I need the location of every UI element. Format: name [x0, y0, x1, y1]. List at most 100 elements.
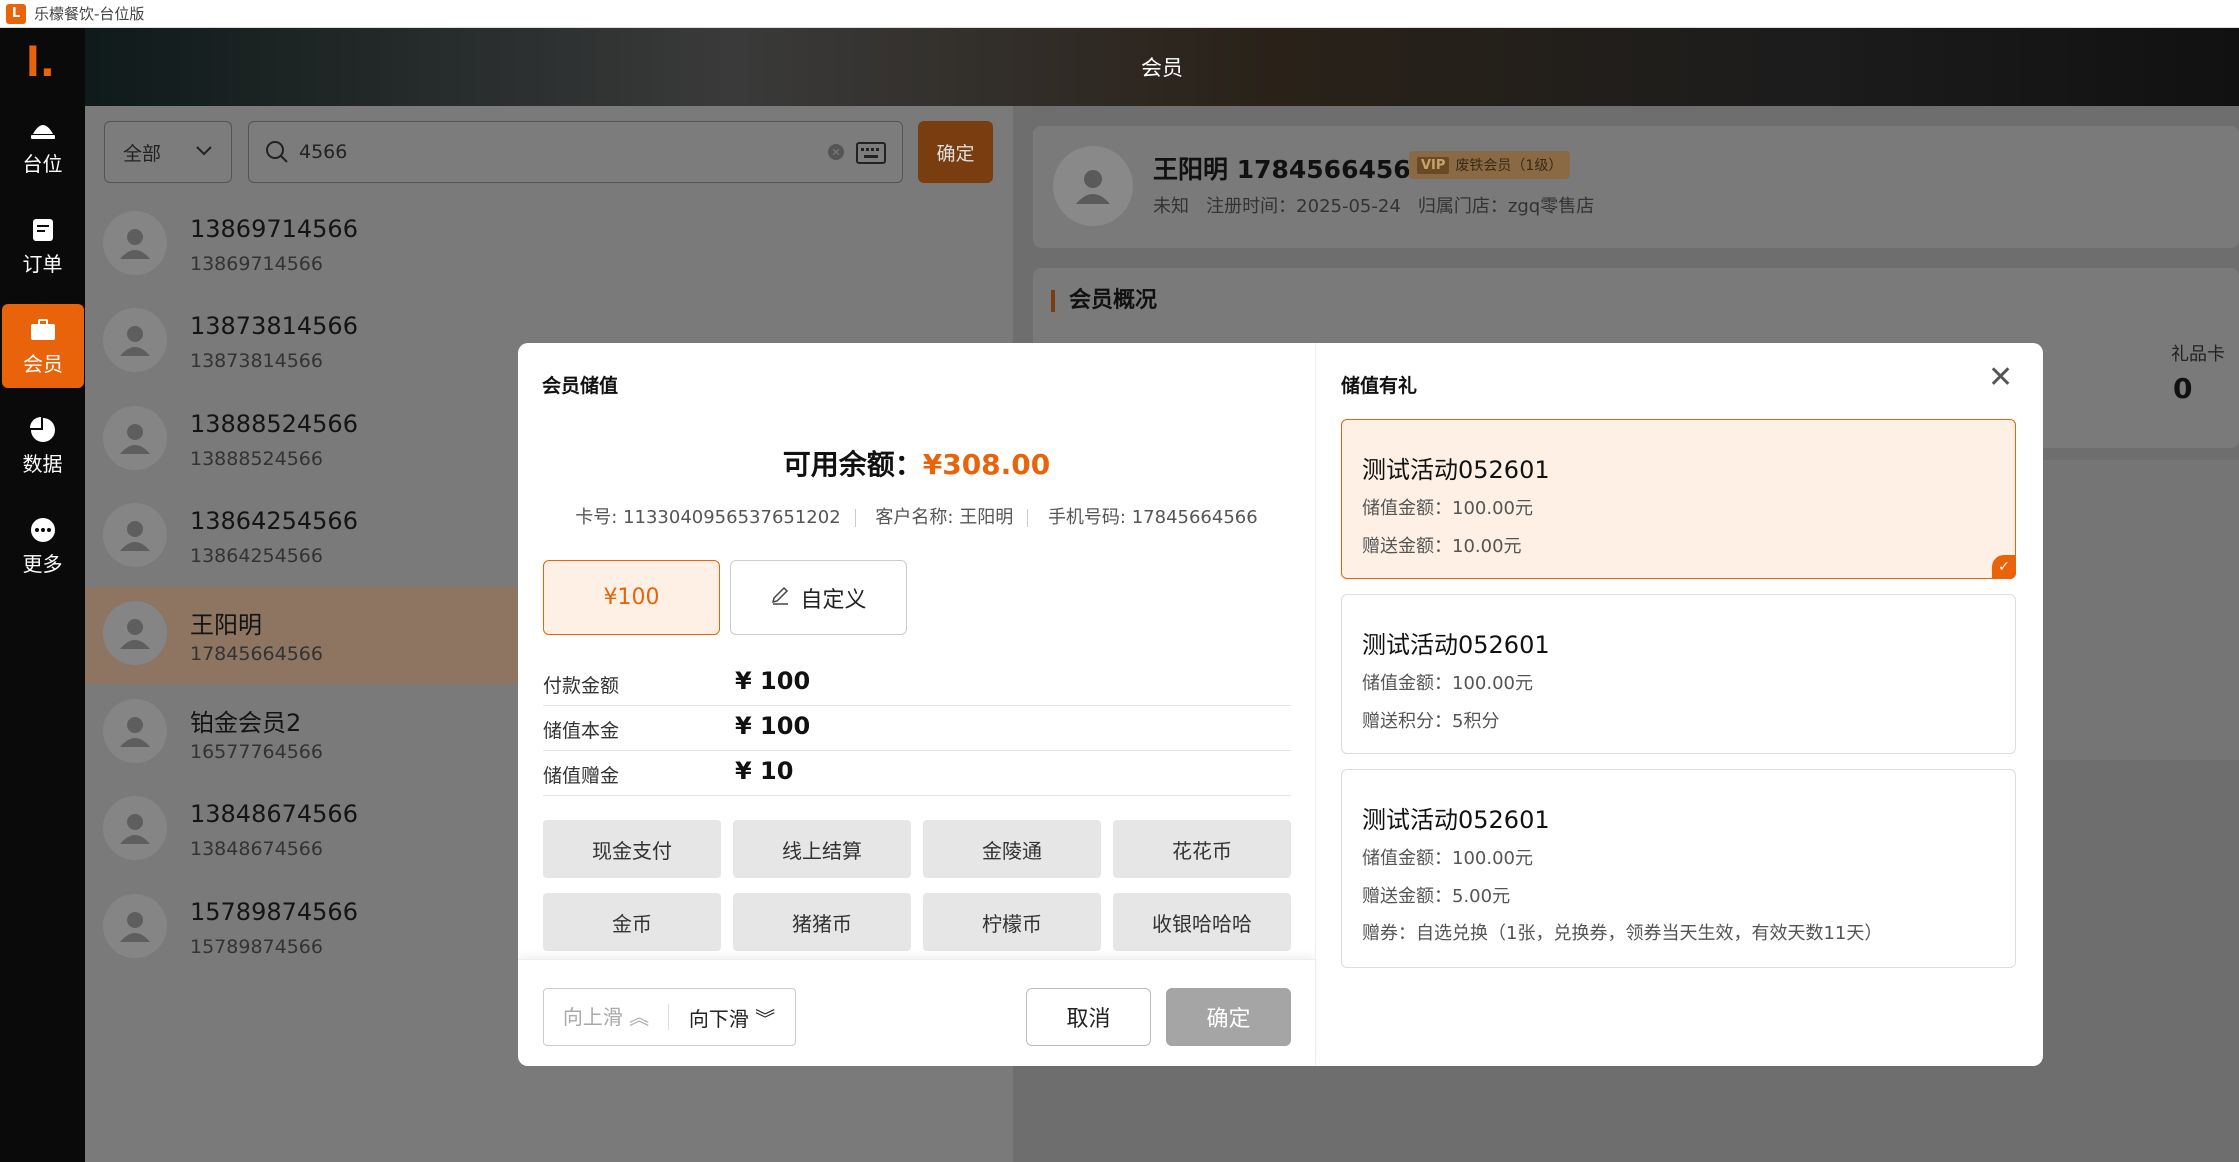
avatar: [103, 796, 167, 860]
member-name: 王阳明: [190, 611, 262, 639]
customer-name: 客户名称: 王阳明: [875, 507, 1014, 528]
mobile-number: 手机号码: 17845664566: [1047, 507, 1258, 528]
member-name: 13869714566: [190, 215, 358, 243]
avatar: [103, 308, 167, 372]
confirm-button[interactable]: 确定: [1166, 988, 1291, 1046]
activity-name: 测试活动052601: [1362, 631, 1550, 659]
search-input[interactable]: 4566 ✕: [248, 121, 903, 183]
payment-method-button[interactable]: 金陵通: [923, 820, 1101, 878]
member-name: 铂金会员2: [190, 709, 302, 737]
amount-row: 付款金额 ¥ 100: [543, 661, 1291, 706]
scroll-up-label: 向上滑: [562, 1005, 623, 1029]
nav-item-member[interactable]: 会员: [2, 304, 84, 388]
keyboard-icon[interactable]: [856, 142, 886, 169]
member-list-item[interactable]: 13869714566 13869714566: [85, 197, 525, 294]
vip-level-badge: VIP 废铁会员（1级）: [1409, 151, 1571, 179]
member-list-item[interactable]: 13848674566 13848674566: [85, 782, 525, 879]
scroll-up-button[interactable]: 向上滑 ︽: [544, 1004, 669, 1030]
more-icon: [29, 516, 57, 544]
filter-select[interactable]: 全部: [104, 121, 232, 183]
avatar: [103, 503, 167, 567]
row-label: 储值本金: [543, 720, 620, 742]
gift-card-value: 0: [2173, 372, 2193, 405]
avatar: [103, 601, 167, 665]
nav-label: 会员: [23, 351, 63, 376]
avatar: [103, 211, 167, 275]
activity-name: 测试活动052601: [1362, 806, 1550, 834]
activity-detail: 赠券：自选兑换（1张，兑换券，领券当天生效，有效天数11天）: [1362, 923, 1883, 944]
avatar: [103, 699, 167, 763]
row-value: ¥ 100: [735, 667, 811, 695]
row-value: ¥ 10: [735, 757, 794, 785]
nav-item-more[interactable]: 更多: [0, 504, 85, 588]
scroll-control: 向上滑 ︽ 向下滑 ︾: [543, 988, 796, 1046]
custom-label: 自定义: [800, 587, 867, 613]
gift-activity-card[interactable]: 测试活动052601 储值金额：100.00元 赠送金额：5.00元 赠券：自选…: [1341, 769, 2016, 968]
payment-method-button[interactable]: 现金支付: [543, 820, 721, 878]
member-phone: 17845664566: [190, 643, 323, 665]
double-chevron-up-icon: ︽: [629, 1005, 650, 1029]
activity-detail: 赠送金额：10.00元: [1362, 536, 1522, 557]
nav-label: 订单: [22, 251, 63, 276]
row-value: ¥ 100: [735, 712, 811, 740]
payment-method-button[interactable]: 柠檬币: [923, 893, 1101, 951]
window-title: 乐檬餐饮-台位版: [34, 5, 145, 23]
member-phone: 13873814566: [190, 350, 323, 372]
activity-detail: 储值金额：100.00元: [1362, 498, 1533, 519]
profile-meta: 未知 注册时间：2025-05-24 归属门店：zgq零售店: [1153, 196, 1595, 217]
nav-item-data[interactable]: 数据: [0, 404, 85, 488]
card-info: 卡号: 1133040956537651202 客户名称: 王阳明 手机号码: …: [518, 503, 1315, 529]
member-phone: 15789874566: [190, 936, 323, 958]
member-list-item[interactable]: 13888524566 13888524566: [85, 392, 525, 489]
payment-method-button[interactable]: 收银哈哈哈: [1113, 893, 1291, 951]
balance-label: 可用余额：: [782, 448, 923, 481]
activity-name: 测试活动052601: [1362, 456, 1550, 484]
member-list-item[interactable]: 13864254566 13864254566: [85, 489, 525, 586]
payment-method-button[interactable]: 金币: [543, 893, 721, 951]
gift-activity-card[interactable]: 测试活动052601 储值金额：100.00元 赠送金额：10.00元 ✓: [1341, 419, 2016, 579]
member-list-item[interactable]: 铂金会员2 16577764566: [85, 685, 525, 782]
member-phone: 13869714566: [190, 253, 323, 275]
app-logo-icon: L: [6, 3, 26, 24]
activity-detail: 储值金额：100.00元: [1362, 673, 1533, 694]
search-confirm-button[interactable]: 确定: [918, 121, 993, 183]
amount-option-custom[interactable]: 自定义: [730, 560, 907, 635]
order-icon: [29, 216, 57, 244]
member-list-item[interactable]: 王阳明 17845664566: [85, 587, 525, 684]
cancel-button[interactable]: 取消: [1026, 988, 1151, 1046]
avatar: [1053, 146, 1133, 226]
avatar: [103, 894, 167, 958]
member-list-item[interactable]: 15789874566 15789874566: [85, 880, 525, 977]
member-icon: [29, 316, 57, 344]
nav-item-table[interactable]: 台位: [0, 104, 85, 188]
nav-label: 台位: [22, 151, 63, 176]
amount-option-100[interactable]: ¥100: [543, 560, 720, 635]
search-value: 4566: [299, 141, 348, 163]
scroll-down-button[interactable]: 向下滑 ︾: [669, 1003, 795, 1032]
gifts-title: 储值有礼: [1341, 375, 1418, 397]
payment-method-button[interactable]: 花花币: [1113, 820, 1291, 878]
member-name: 15789874566: [190, 898, 358, 926]
member-phone: 13864254566: [190, 545, 323, 567]
table-icon: [29, 116, 57, 144]
activity-detail: 储值金额：100.00元: [1362, 848, 1533, 869]
clear-icon[interactable]: ✕: [828, 144, 844, 160]
payment-method-button[interactable]: 猪猪币: [733, 893, 911, 951]
gift-activity-card[interactable]: 测试活动052601 储值金额：100.00元 赠送积分：5积分: [1341, 594, 2016, 754]
pie-chart-icon: [29, 416, 57, 444]
nav-label: 数据: [22, 451, 63, 476]
amount-row: 储值赠金 ¥ 10: [543, 751, 1291, 796]
card-number: 卡号: 1133040956537651202: [575, 507, 841, 528]
payment-method-button[interactable]: 线上结算: [733, 820, 911, 878]
window-titlebar: L 乐檬餐饮-台位版: [0, 0, 2239, 28]
close-icon[interactable]: ✕: [1988, 363, 2013, 393]
page-header: 会员: [85, 28, 2239, 106]
brand-logo-icon: l.: [26, 40, 55, 86]
sidebar: l. 台位 订单 会员 数据 更多: [0, 28, 85, 1162]
activity-detail: 赠送积分：5积分: [1362, 711, 1500, 732]
nav-item-order[interactable]: 订单: [0, 204, 85, 288]
member-list-item[interactable]: 13873814566 13873814566: [85, 294, 525, 391]
balance-value: ¥308.00: [922, 448, 1051, 481]
page-title: 会员: [1141, 56, 1183, 80]
member-phone: 16577764566: [190, 741, 323, 763]
